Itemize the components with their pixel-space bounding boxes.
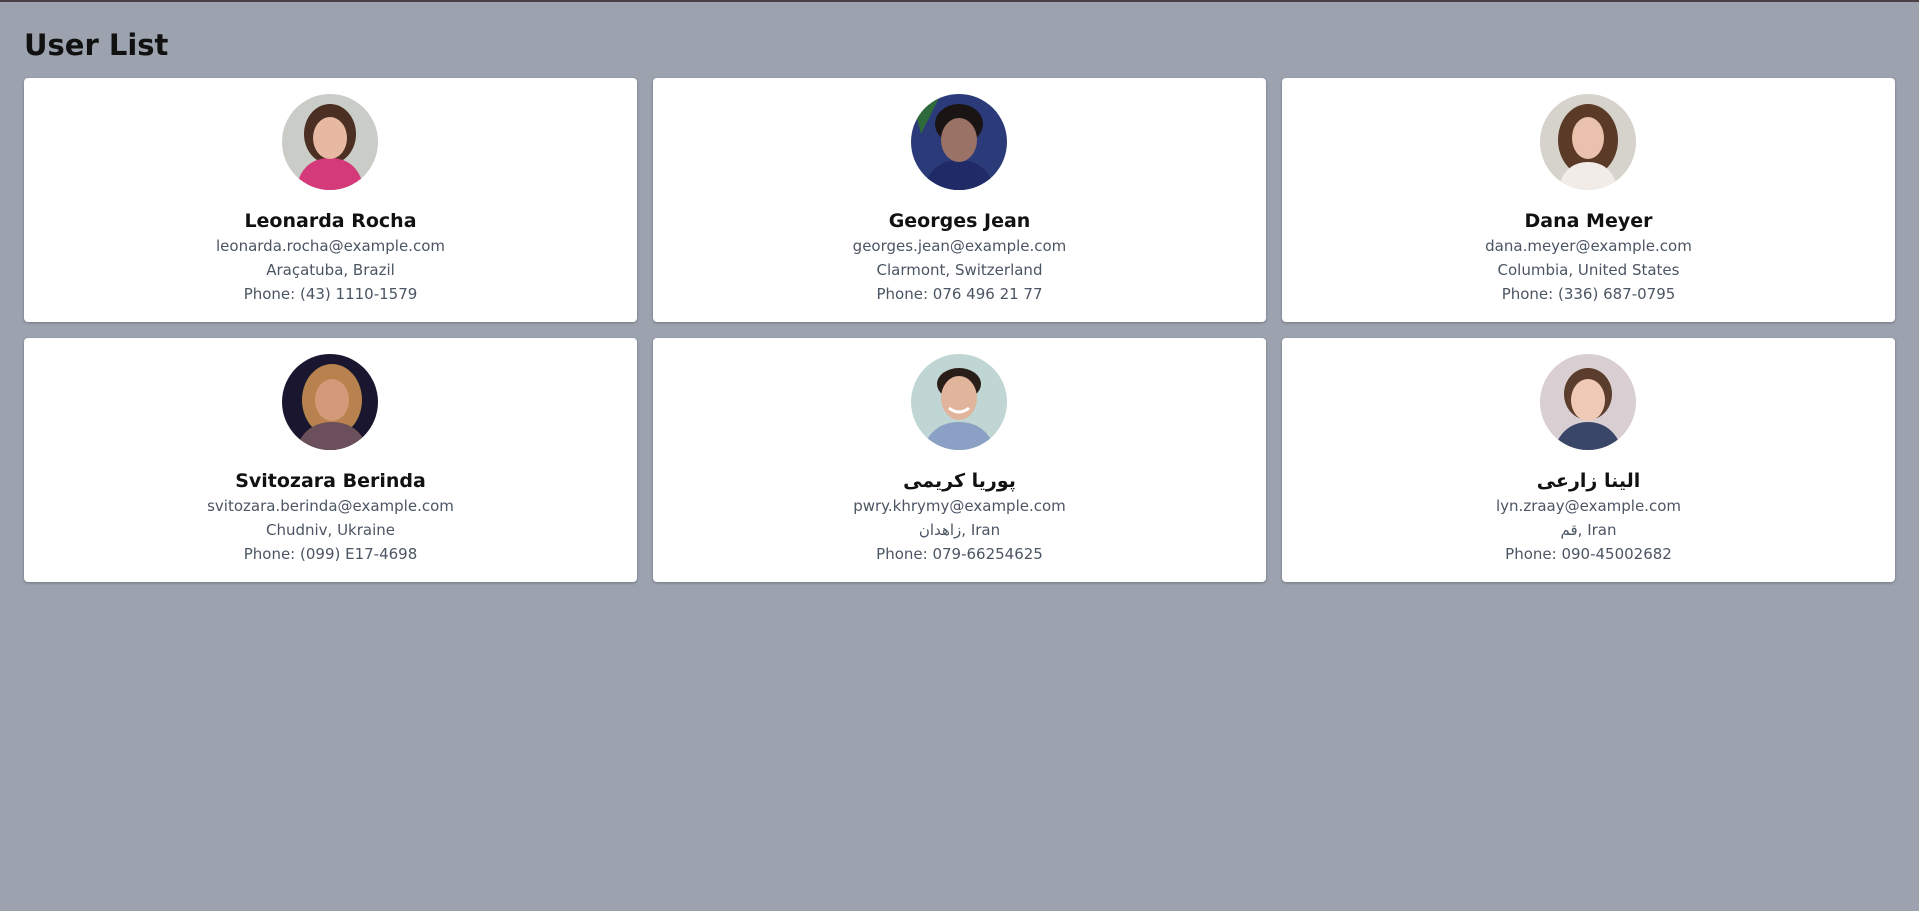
user-phone: Phone: 079-66254625 bbox=[876, 545, 1043, 563]
user-name: Svitozara Berinda bbox=[235, 470, 426, 492]
user-avatar bbox=[282, 94, 378, 190]
user-email: georges.jean@example.com bbox=[852, 237, 1067, 255]
user-avatar bbox=[1540, 354, 1636, 450]
user-email: lyn.zraay@example.com bbox=[1496, 497, 1681, 515]
user-card: Dana Meyer dana.meyer@example.com Columb… bbox=[1282, 78, 1895, 322]
user-email: svitozara.berinda@example.com bbox=[207, 497, 454, 515]
user-card: Leonarda Rocha leonarda.rocha@example.co… bbox=[24, 78, 637, 322]
user-location: Clarmont, Switzerland bbox=[876, 261, 1043, 279]
page-title: User List bbox=[24, 28, 169, 62]
top-border bbox=[0, 0, 1919, 2]
user-phone: Phone: (43) 1110-1579 bbox=[243, 285, 418, 303]
user-name: Leonarda Rocha bbox=[244, 210, 417, 232]
user-location: Columbia, United States bbox=[1497, 261, 1680, 279]
user-phone: Phone: 090-45002682 bbox=[1505, 545, 1672, 563]
user-name: Dana Meyer bbox=[1524, 210, 1653, 232]
user-avatar bbox=[911, 94, 1007, 190]
user-location: قم, Iran bbox=[1560, 521, 1617, 539]
user-avatar bbox=[911, 354, 1007, 450]
user-phone: Phone: 076 496 21 77 bbox=[876, 285, 1043, 303]
user-email: pwry.khrymy@example.com bbox=[853, 497, 1066, 515]
user-card-grid: Leonarda Rocha leonarda.rocha@example.co… bbox=[24, 78, 1896, 582]
user-name: Georges Jean bbox=[888, 210, 1031, 232]
user-avatar bbox=[282, 354, 378, 450]
user-location: Chudniv, Ukraine bbox=[265, 521, 396, 539]
user-avatar bbox=[1540, 94, 1636, 190]
user-card: پوریا کریمی pwry.khrymy@example.com زاهد… bbox=[653, 338, 1266, 582]
user-name: الینا زارعی bbox=[1536, 470, 1641, 492]
user-email: dana.meyer@example.com bbox=[1485, 237, 1692, 255]
user-email: leonarda.rocha@example.com bbox=[216, 237, 445, 255]
user-location: زاهدان, Iran bbox=[918, 521, 1001, 539]
user-card: الینا زارعی lyn.zraay@example.com قم, Ir… bbox=[1282, 338, 1895, 582]
user-name: پوریا کریمی bbox=[903, 470, 1016, 492]
user-card: Svitozara Berinda svitozara.berinda@exam… bbox=[24, 338, 637, 582]
user-phone: Phone: (099) E17-4698 bbox=[243, 545, 418, 563]
user-phone: Phone: (336) 687-0795 bbox=[1501, 285, 1676, 303]
user-card: Georges Jean georges.jean@example.com Cl… bbox=[653, 78, 1266, 322]
user-location: Araçatuba, Brazil bbox=[266, 261, 395, 279]
